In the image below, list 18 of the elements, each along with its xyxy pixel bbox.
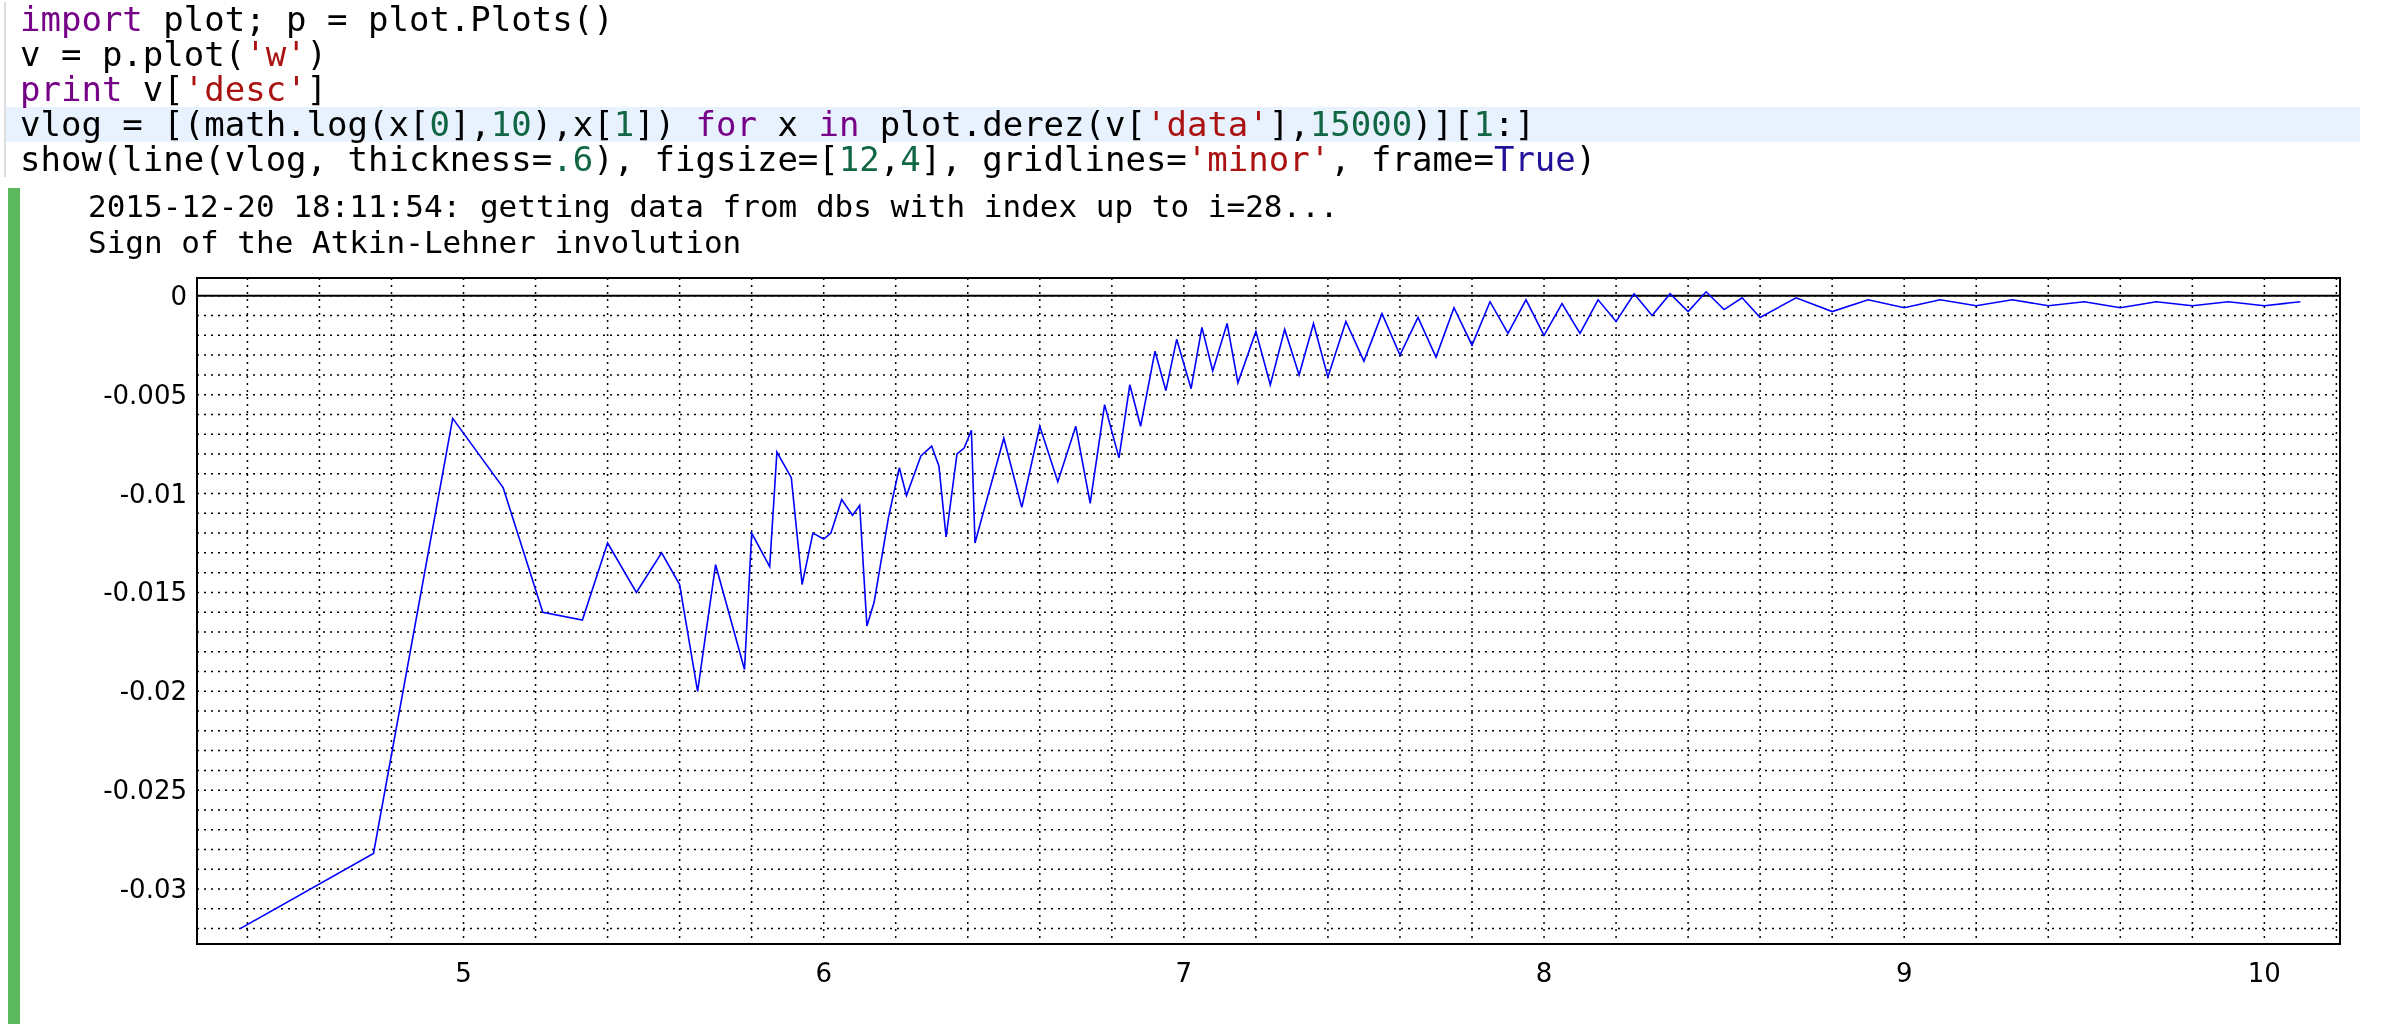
x-tick-label: 5 [455, 958, 472, 988]
x-tick-label: 8 [1535, 958, 1553, 988]
code-line: show(line(vlog, thickness=.6), figsize=[12,4], gridlines='minor', frame=True) [4, 142, 2360, 177]
output-text: 2015-12-20 18:11:54: getting data from dbs with index up to i=28... [88, 188, 1340, 224]
x-tick-label: 7 [1175, 958, 1193, 988]
code-line: import plot; p = plot.Plots() [4, 2, 2360, 37]
code-line: v = p.plot('w') [4, 37, 2360, 72]
x-tick-label: 6 [815, 958, 832, 988]
x-tick-label: 9 [1895, 958, 1913, 988]
y-tick-label: -0.01 [119, 478, 187, 509]
output-text: Sign of the Atkin-Lehner involution [88, 224, 743, 260]
y-tick-label: -0.03 [119, 874, 187, 905]
y-tick-label: -0.005 [103, 379, 187, 410]
y-tick-label: 0 [170, 280, 187, 311]
x-tick-label: 10 [2247, 958, 2281, 988]
y-tick-label: -0.02 [119, 676, 187, 707]
y-tick-label: -0.015 [103, 577, 187, 608]
y-tick-label: -0.025 [103, 775, 187, 806]
